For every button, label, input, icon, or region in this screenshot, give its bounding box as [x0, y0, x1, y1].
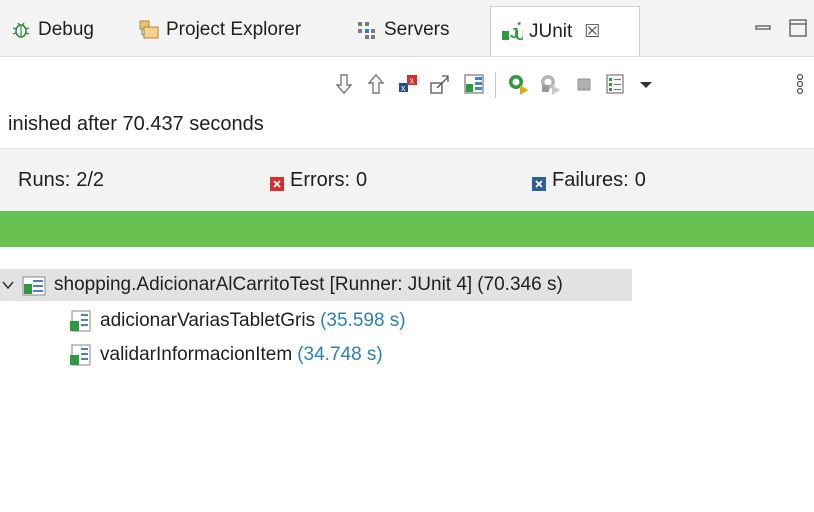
chevron-down-icon[interactable]	[0, 277, 16, 293]
rerun-failed-first-icon[interactable]	[538, 72, 562, 96]
errors-label: Errors:	[290, 169, 350, 191]
tab-project-explorer-label: Project Explorer	[166, 19, 302, 40]
show-failures-only-icon[interactable]: x x	[396, 72, 420, 96]
failures-counter: Failures: 0	[532, 169, 646, 192]
test-suite-success-icon	[22, 273, 46, 297]
history-icon[interactable]	[604, 72, 628, 96]
failures-label: Failures:	[552, 169, 629, 191]
view-menu-icon[interactable]	[634, 72, 658, 96]
test-class-name: shopping.AdicionarAlCarritoTest [Runner:…	[54, 274, 473, 295]
servers-icon	[356, 19, 378, 41]
runs-label: Runs:	[18, 169, 71, 191]
previous-failure-icon[interactable]	[364, 72, 388, 96]
debug-bug-icon	[10, 19, 32, 41]
test-method-time: (35.598 s)	[320, 310, 406, 331]
runs-value: 2/2	[76, 169, 105, 191]
tree-node-test-method[interactable]: validarInformacionItem (34.748 s)	[68, 339, 383, 371]
runs-counter: Runs: 2/2	[18, 169, 104, 192]
test-class-time: (70.346 s)	[477, 274, 563, 295]
test-success-icon	[68, 343, 92, 367]
stop-icon[interactable]	[572, 72, 596, 96]
tab-project-explorer[interactable]: Project Explorer	[138, 10, 301, 50]
run-status-text: inished after 70.437 seconds	[8, 113, 264, 135]
project-explorer-icon	[138, 19, 160, 41]
test-success-icon	[68, 309, 92, 333]
tab-servers[interactable]: Servers	[356, 10, 449, 50]
test-results-tree: shopping.AdicionarAlCarritoTest [Runner:…	[0, 259, 814, 512]
test-counters: Runs: 2/2 Errors: 0 Failures: 0	[0, 148, 814, 212]
svg-text:x: x	[410, 76, 415, 86]
tab-debug-label: Debug	[38, 19, 94, 40]
test-method-name: adicionarVariasTabletGris	[100, 310, 316, 331]
layout-icon[interactable]	[462, 72, 486, 96]
error-icon	[270, 174, 284, 191]
failures-value: 0	[634, 169, 646, 191]
test-method-name: validarInformacionItem	[100, 344, 293, 365]
junit-icon: J U *	[501, 20, 526, 44]
tab-debug[interactable]: Debug	[10, 10, 94, 50]
overflow-icon[interactable]	[792, 72, 808, 96]
errors-counter: Errors: 0	[270, 169, 367, 192]
rerun-test-icon[interactable]	[506, 72, 530, 96]
tab-junit[interactable]: J U * JUnit ☒	[490, 6, 640, 56]
tab-junit-label: JUnit	[529, 20, 573, 42]
close-tab-icon[interactable]: ☒	[584, 21, 600, 42]
minimize-icon[interactable]	[752, 16, 776, 40]
test-method-time: (34.748 s)	[297, 344, 383, 365]
errors-value: 0	[356, 169, 368, 191]
test-progress-bar	[0, 211, 814, 247]
maximize-icon[interactable]	[786, 16, 810, 40]
toolbar-separator	[495, 72, 496, 98]
tree-node-test-method[interactable]: adicionarVariasTabletGris (35.598 s)	[68, 305, 406, 337]
failure-icon	[532, 174, 546, 191]
scroll-lock-icon[interactable]	[428, 72, 452, 96]
svg-text:*: *	[517, 21, 522, 32]
tab-servers-label: Servers	[384, 19, 450, 40]
junit-view-window: Debug Project Explorer Servers J U * JUn…	[0, 0, 814, 512]
test-progress-fill	[0, 211, 814, 247]
view-tab-bar: Debug Project Explorer Servers J U * JUn…	[0, 0, 814, 57]
next-failure-icon[interactable]	[332, 72, 356, 96]
tree-node-test-class[interactable]: shopping.AdicionarAlCarritoTest [Runner:…	[0, 269, 632, 301]
svg-text:x: x	[401, 83, 406, 93]
junit-toolbar: x x	[0, 58, 814, 110]
